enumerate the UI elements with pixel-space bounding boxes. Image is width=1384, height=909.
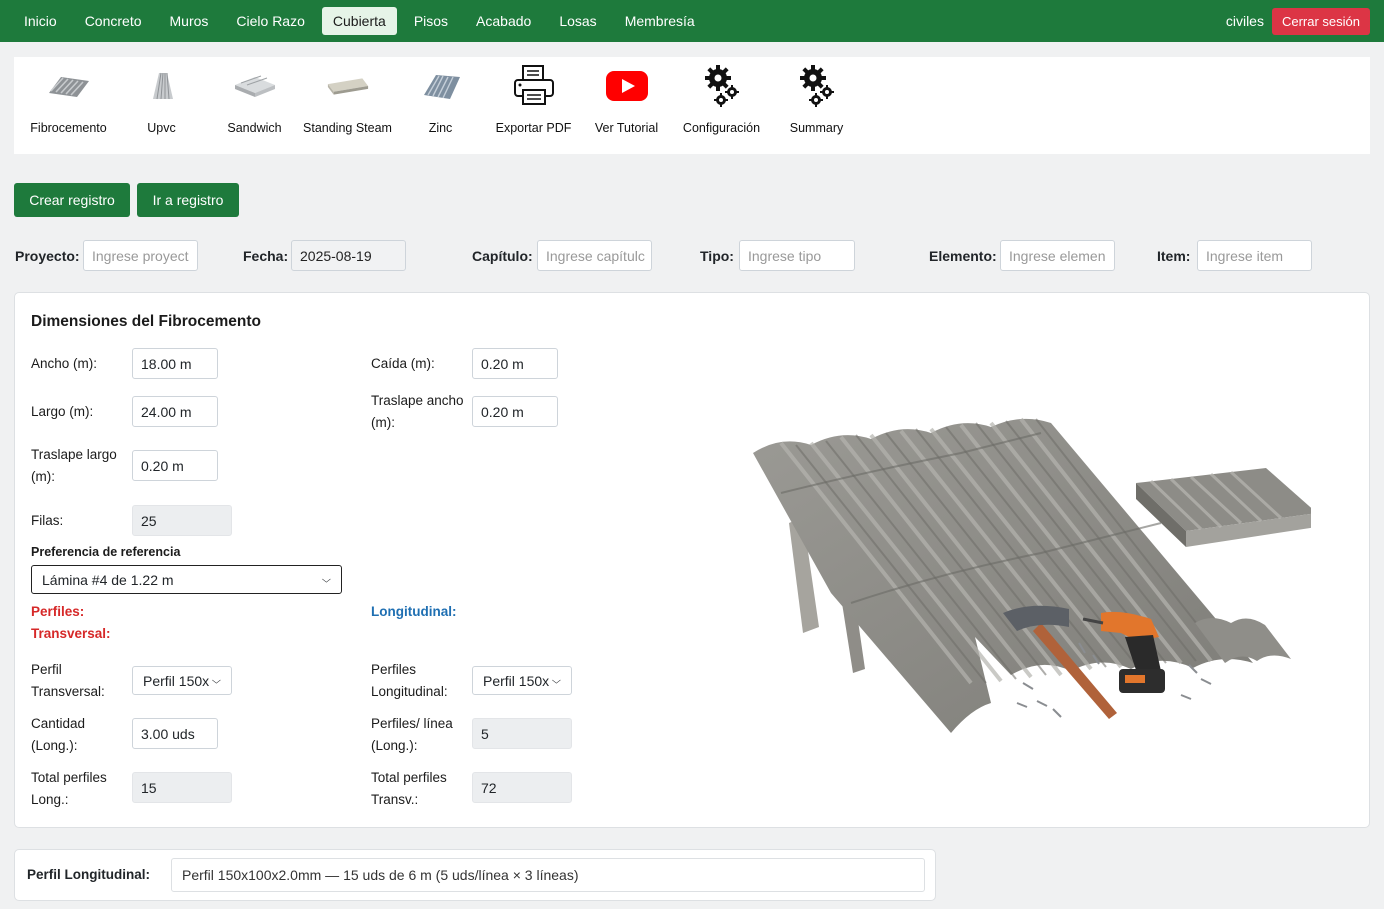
top-navbar: Inicio Concreto Muros Cielo Razo Cubiert… <box>0 0 1384 42</box>
perfiles-transversal-heading: Perfiles: Transversal: <box>31 604 111 641</box>
summary-card: Perfil Longitudinal: Perfil 150x100x2.0m… <box>14 849 936 901</box>
elemento-label: Elemento: <box>929 248 997 264</box>
filas-label: Filas: <box>31 513 64 528</box>
tool-standing-steam[interactable]: Standing Steam <box>301 57 394 154</box>
roof-type-toolbar: Fibrocemento Upvc Sandwich Standing Stea… <box>14 57 1370 154</box>
longitudinal-heading: Longitudinal: <box>371 604 457 619</box>
tool-label: Exportar PDF <box>495 121 572 135</box>
cantidad-input[interactable]: 3.00 uds <box>132 718 218 749</box>
tipo-label: Tipo: <box>700 248 734 264</box>
total-long-label: Total perfiles Long.: <box>31 770 107 807</box>
corrugated-sheet-icon <box>47 65 91 107</box>
logout-button[interactable]: Cerrar sesión <box>1271 7 1370 35</box>
nav-membresia[interactable]: Membresía <box>614 7 706 35</box>
summary-label: Perfil Longitudinal: <box>27 867 150 882</box>
tool-label: Configuración <box>682 121 761 135</box>
nav-cielo-razo[interactable]: Cielo Razo <box>225 7 315 35</box>
perfiles-long-label: Perfiles Longitudinal: <box>371 662 448 699</box>
preferencia-select[interactable]: Lámina #4 de 1.22 m ⌵ <box>31 565 342 594</box>
tool-fibrocemento[interactable]: Fibrocemento <box>22 57 115 154</box>
proyecto-input[interactable]: Ingrese proyect <box>83 240 198 271</box>
perfil-transversal-select[interactable]: Perfil 150x ⌵ <box>132 666 232 695</box>
chevron-down-icon: ⌵ <box>211 674 221 686</box>
nav-muros[interactable]: Muros <box>159 7 220 35</box>
summary-output: Perfil 150x100x2.0mm — 15 uds de 6 m (5 … <box>171 858 925 892</box>
elemento-input[interactable]: Ingrese elemen <box>1000 240 1115 271</box>
tool-configuracion[interactable]: Configuración <box>673 57 770 154</box>
nav-acabado[interactable]: Acabado <box>465 7 542 35</box>
total-transv-label: Total perfiles Transv.: <box>371 770 447 807</box>
fibrocemento-product-image <box>741 413 1317 753</box>
total-long-output: 15 <box>132 772 232 803</box>
largo-input[interactable]: 24.00 m <box>132 396 218 427</box>
tool-exportar-pdf[interactable]: Exportar PDF <box>487 57 580 154</box>
nav-user-area: civiles Cerrar sesión <box>1225 7 1370 35</box>
chevron-down-icon: ⌵ <box>321 573 331 585</box>
tool-label: Fibrocemento <box>30 121 107 135</box>
ancho-label: Ancho (m): <box>31 356 98 371</box>
gear-icon <box>700 65 744 107</box>
nav-links: Inicio Concreto Muros Cielo Razo Cubiert… <box>13 7 712 35</box>
perfiles-linea-label: Perfiles/ línea (Long.): <box>371 716 453 753</box>
username: civiles <box>1225 13 1264 29</box>
tool-label: Sandwich <box>227 121 282 135</box>
nav-cubierta[interactable]: Cubierta <box>321 7 397 35</box>
gear-icon <box>795 65 839 107</box>
zinc-sheet-icon <box>419 65 463 107</box>
tool-label: Ver Tutorial <box>594 121 659 135</box>
standing-seam-icon <box>326 65 370 107</box>
capitulo-label: Capítulo: <box>472 248 533 264</box>
tool-label: Zinc <box>428 121 453 135</box>
tool-zinc[interactable]: Zinc <box>394 57 487 154</box>
traslape-ancho-input[interactable]: 0.20 m <box>472 396 558 427</box>
tool-upvc[interactable]: Upvc <box>115 57 208 154</box>
item-input[interactable]: Ingrese item <box>1197 240 1312 271</box>
proyecto-label: Proyecto: <box>15 248 80 264</box>
nav-pisos[interactable]: Pisos <box>403 7 459 35</box>
traslape-largo-input[interactable]: 0.20 m <box>132 450 218 481</box>
item-label: Item: <box>1157 248 1191 264</box>
card-title: Dimensiones del Fibrocemento <box>31 313 261 330</box>
goto-record-button[interactable]: Ir a registro <box>137 183 239 217</box>
nav-losas[interactable]: Losas <box>548 7 607 35</box>
tool-ver-tutorial[interactable]: Ver Tutorial <box>580 57 673 154</box>
fecha-label: Fecha: <box>243 248 289 264</box>
perfiles-long-select[interactable]: Perfil 150x ⌵ <box>472 666 572 695</box>
create-record-button[interactable]: Crear registro <box>14 183 130 217</box>
printer-icon <box>512 65 556 107</box>
traslape-ancho-label: Traslape ancho (m): <box>371 393 464 430</box>
tool-label: Upvc <box>147 121 176 135</box>
ancho-input[interactable]: 18.00 m <box>132 348 218 379</box>
caida-label: Caída (m): <box>371 356 435 371</box>
largo-label: Largo (m): <box>31 404 94 419</box>
tool-summary[interactable]: Summary <box>770 57 863 154</box>
nav-concreto[interactable]: Concreto <box>74 7 153 35</box>
nav-inicio[interactable]: Inicio <box>13 7 68 35</box>
traslape-largo-label: Traslape largo (m): <box>31 447 117 484</box>
perfiles-linea-output: 5 <box>472 718 572 749</box>
tipo-input[interactable]: Ingrese tipo <box>739 240 855 271</box>
caida-input[interactable]: 0.20 m <box>472 348 558 379</box>
total-transv-output: 72 <box>472 772 572 803</box>
capitulo-input[interactable]: Ingrese capítulc <box>537 240 652 271</box>
sandwich-panel-icon <box>233 65 277 107</box>
fecha-input[interactable]: 2025-08-19 <box>291 240 406 271</box>
cantidad-label: Cantidad (Long.): <box>31 716 86 753</box>
preferencia-label: Preferencia de referencia <box>31 545 181 559</box>
filas-output: 25 <box>132 505 232 536</box>
chevron-down-icon: ⌵ <box>551 674 561 686</box>
perfil-transversal-value: Perfil 150x <box>143 672 210 689</box>
preferencia-value: Lámina #4 de 1.22 m <box>42 571 174 588</box>
dimensions-card: Dimensiones del Fibrocemento Ancho (m): … <box>14 292 1370 828</box>
tool-label: Standing Steam <box>303 121 392 135</box>
perfiles-long-value: Perfil 150x <box>483 672 550 689</box>
youtube-icon <box>605 65 649 107</box>
upvc-sheet-icon <box>140 65 184 107</box>
tool-label: Summary <box>789 121 844 135</box>
tool-sandwich[interactable]: Sandwich <box>208 57 301 154</box>
perfil-transversal-label: Perfil Transversal: <box>31 662 105 699</box>
